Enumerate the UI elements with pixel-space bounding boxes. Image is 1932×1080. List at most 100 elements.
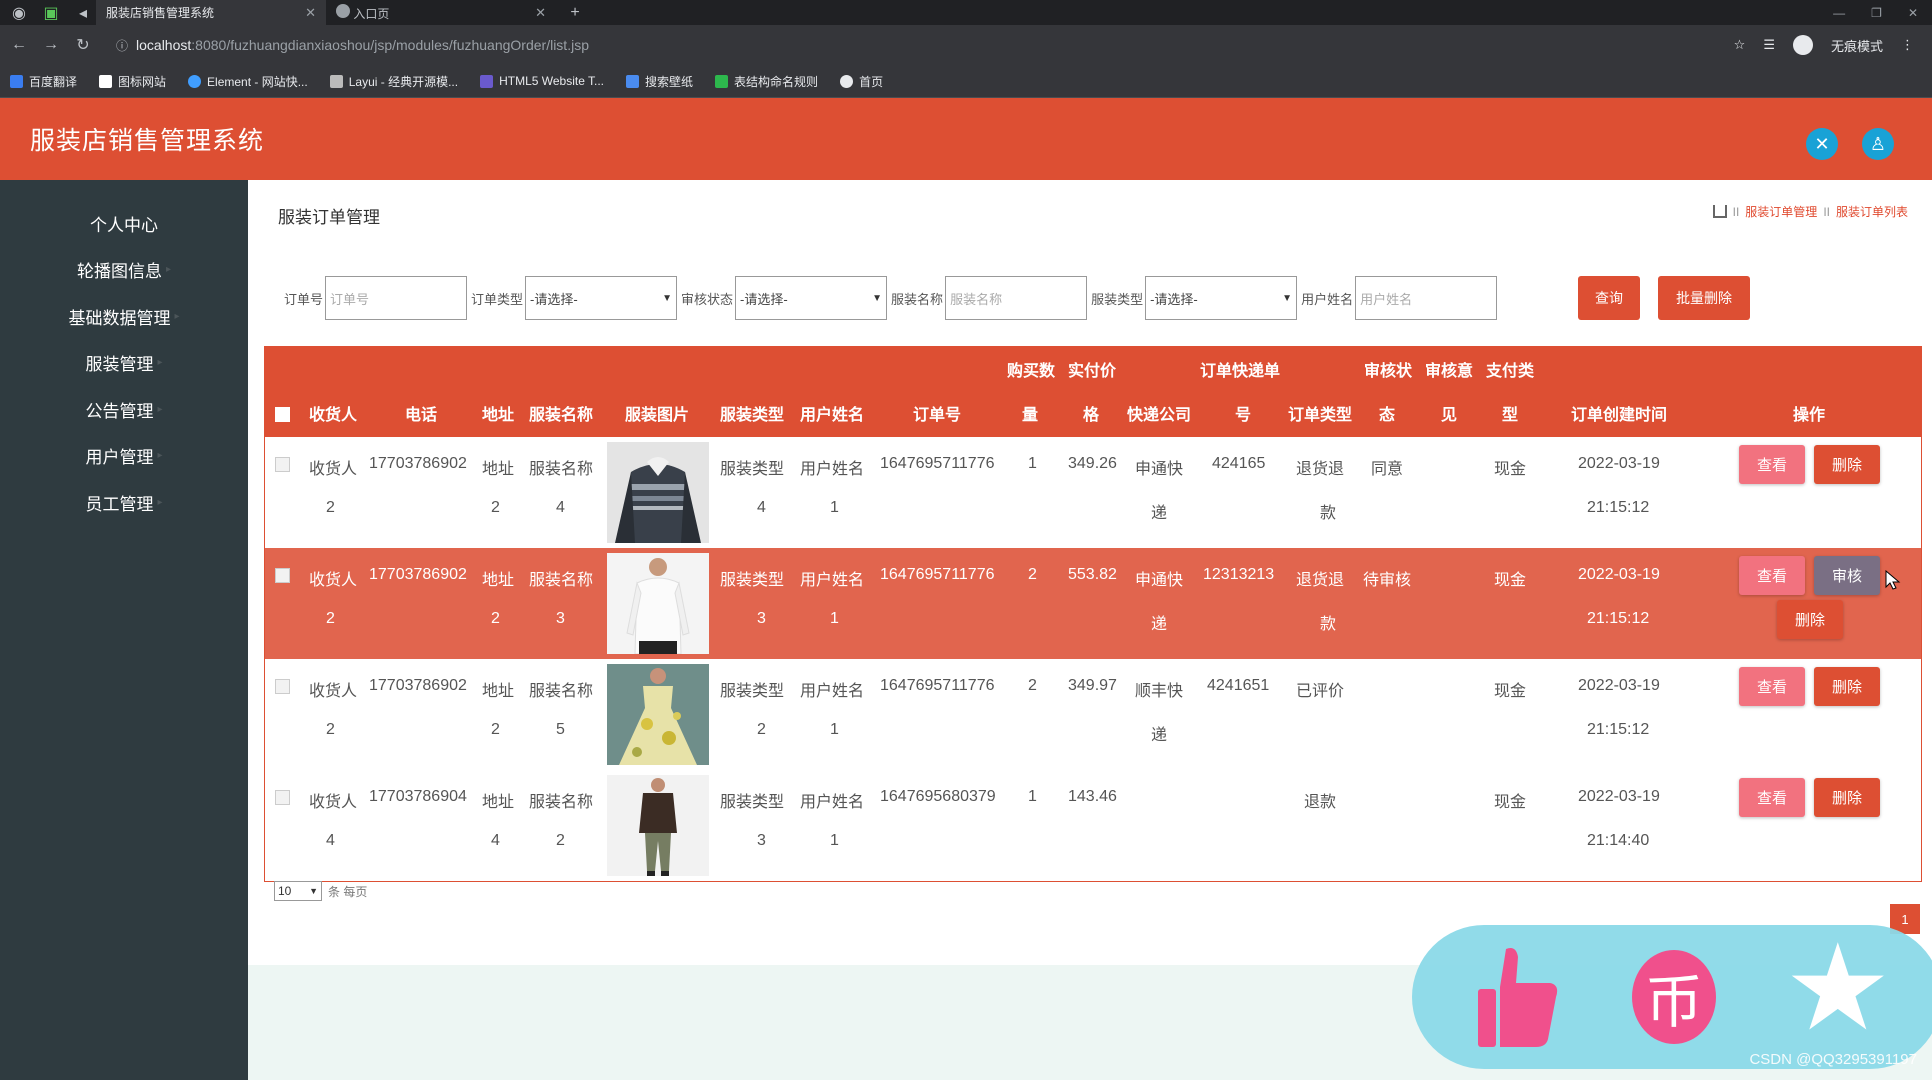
bookmark-label: 表结构命名规则 <box>734 74 819 89</box>
cell-address: 地址 <box>482 461 515 478</box>
row-checkbox[interactable] <box>275 457 290 472</box>
row-checkbox[interactable] <box>275 790 290 805</box>
cloth-image[interactable] <box>607 442 709 543</box>
bookmark-item[interactable]: Element - 网站快... <box>188 73 308 90</box>
forward-icon[interactable]: → <box>38 36 64 54</box>
cell-created-time: 21:15:12 <box>1587 610 1650 627</box>
delete-button[interactable]: 删除 <box>1814 667 1880 706</box>
bookmarks-bar: 百度翻译 图标网站 Element - 网站快... Layui - 经典开源模… <box>0 65 1932 98</box>
row-checkbox[interactable] <box>275 679 290 694</box>
mute-icon[interactable]: ◂ <box>70 3 96 23</box>
order-type-select[interactable]: -请选择- ▼ <box>525 276 678 320</box>
close-window-icon[interactable]: ✕ <box>1908 6 1918 20</box>
view-button[interactable]: 查看 <box>1739 556 1805 595</box>
cell-created-date: 2022-03-19 <box>1578 677 1660 694</box>
tab-inactive[interactable]: 入口页 ✕ <box>326 0 556 25</box>
profile-avatar-icon[interactable] <box>1792 35 1813 55</box>
browser-menu-icon[interactable]: ◉ <box>6 3 32 23</box>
bookmark-item[interactable]: 搜索壁纸 <box>626 73 693 90</box>
coin-icon[interactable]: 币 <box>1632 950 1716 1044</box>
home-icon[interactable] <box>1712 205 1727 218</box>
url-field[interactable]: ⓘ localhost:8080/fuzhuangdianxiaoshou/js… <box>116 37 1734 54</box>
sidebar-item-clothing[interactable]: 服装管理 ▸ <box>0 340 248 387</box>
reload-icon[interactable]: ↻ <box>70 35 96 55</box>
sidebar-item-users[interactable]: 用户管理 ▸ <box>0 433 248 480</box>
cell-cloth-type-2: 4 <box>757 499 766 516</box>
bookmark-star-icon[interactable]: ☆ <box>1734 37 1746 53</box>
view-button[interactable]: 查看 <box>1739 667 1805 706</box>
cell-address-2: 4 <box>491 832 500 849</box>
view-button[interactable]: 查看 <box>1739 778 1805 817</box>
more-menu-icon[interactable]: ⋮ <box>1901 37 1914 53</box>
table-header: 收货人 电话 地址 服装名称 服装图片 服装类型 用户姓名 订单号 购买数 量 … <box>265 347 1921 437</box>
table-row: 收货人 2 17703786902 地址 2 服装名称 5 服装类型 2 用户姓… <box>265 659 1921 770</box>
cell-price: 143.46 <box>1068 788 1117 805</box>
new-tab-icon[interactable]: + <box>562 4 588 22</box>
bookmark-item[interactable]: Layui - 经典开源模... <box>329 73 458 90</box>
sidebar-item-staff[interactable]: 员工管理 ▸ <box>0 479 248 526</box>
audit-button[interactable]: 审核 <box>1814 556 1880 595</box>
batch-delete-button[interactable]: 批量删除 <box>1658 276 1750 320</box>
cell-cloth-type-2: 3 <box>757 610 766 627</box>
delete-button[interactable]: 删除 <box>1777 600 1843 639</box>
cell-cloth-name-2: 2 <box>556 832 565 849</box>
sidebar-item-label: 服装管理 <box>85 355 154 375</box>
close-tab-icon[interactable]: ✕ <box>535 5 546 21</box>
order-no-input[interactable]: 订单号 <box>325 276 468 320</box>
select-all-checkbox[interactable] <box>275 407 290 422</box>
cell-order-no: 1647695711776 <box>880 677 995 694</box>
bookmark-label: HTML5 Website T... <box>499 74 605 88</box>
restore-icon[interactable]: ❐ <box>1871 6 1882 20</box>
sidebar-item-notice[interactable]: 公告管理 ▸ <box>0 386 248 433</box>
user-icon[interactable]: ♙ <box>1862 128 1894 160</box>
cloth-name-input[interactable]: 服装名称 <box>945 276 1088 320</box>
star-icon[interactable]: ★ <box>1784 928 1892 1048</box>
cell-receiver-2: 4 <box>326 832 335 849</box>
row-checkbox[interactable] <box>275 568 290 583</box>
expand-icon: ▸ <box>157 496 163 508</box>
tab-active[interactable]: 服装店销售管理系统 ✕ <box>96 0 326 25</box>
profile-label[interactable]: 无痕模式 <box>1831 36 1883 55</box>
cell-pay-type: 现金 <box>1494 683 1527 700</box>
cloth-image[interactable] <box>607 664 709 765</box>
breadcrumb-item[interactable]: 服装订单管理 <box>1745 203 1817 220</box>
bookmark-item[interactable]: 首页 <box>840 73 883 90</box>
table-row: 收货人 2 17703786902 地址 2 服装名称 4 服装类型 4 用户姓… <box>265 437 1921 548</box>
cloth-type-select[interactable]: -请选择- ▼ <box>1145 276 1298 320</box>
page-size-select[interactable]: 10 ▼ <box>274 881 322 901</box>
delete-button[interactable]: 删除 <box>1814 778 1880 817</box>
sidebar-item-personal[interactable]: 个人中心 <box>0 200 248 247</box>
back-icon[interactable]: ← <box>6 36 32 54</box>
col-pay-type: 支付类 <box>1486 363 1535 380</box>
cell-express-2: 递 <box>1151 616 1168 633</box>
minimize-icon[interactable]: — <box>1833 6 1845 20</box>
cell-receiver-2: 2 <box>326 499 335 516</box>
thumbs-up-icon[interactable] <box>1476 945 1560 1049</box>
cell-express-2: 递 <box>1151 727 1168 744</box>
col-receiver: 收货人 <box>309 407 358 424</box>
bookmark-item[interactable]: HTML5 Website T... <box>480 74 604 88</box>
sidebar-item-basic-data[interactable]: 基础数据管理 ▸ <box>0 293 248 340</box>
expand-icon: ▸ <box>165 264 172 276</box>
cloth-image[interactable] <box>607 553 709 654</box>
reading-list-icon[interactable]: ☰ <box>1763 37 1775 53</box>
page-size-suffix: 条 每页 <box>328 884 368 899</box>
delete-button[interactable]: 删除 <box>1814 445 1880 484</box>
cell-receiver: 收货人 <box>309 572 358 589</box>
search-button[interactable]: 查询 <box>1578 276 1640 320</box>
bookmark-item[interactable]: 图标网站 <box>99 73 166 90</box>
user-name-input[interactable]: 用户姓名 <box>1355 276 1498 320</box>
audit-status-select[interactable]: -请选择- ▼ <box>735 276 888 320</box>
cloth-image[interactable] <box>607 775 709 876</box>
cell-user-name-2: 1 <box>830 721 839 738</box>
cell-cloth-name-2: 3 <box>556 610 565 627</box>
bookmark-item[interactable]: 表结构命名规则 <box>715 73 818 90</box>
sidebar-item-carousel[interactable]: 轮播图信息 ▸ <box>0 247 248 294</box>
view-button[interactable]: 查看 <box>1739 445 1805 484</box>
bookmark-item[interactable]: 百度翻译 <box>10 73 77 90</box>
fullscreen-icon[interactable]: ✕ <box>1806 128 1838 160</box>
cell-audit-status: 待审核 <box>1363 572 1412 589</box>
select-value: -请选择- <box>1150 291 1198 307</box>
tab-title: 入口页 <box>353 6 390 21</box>
close-tab-icon[interactable]: ✕ <box>305 5 316 21</box>
